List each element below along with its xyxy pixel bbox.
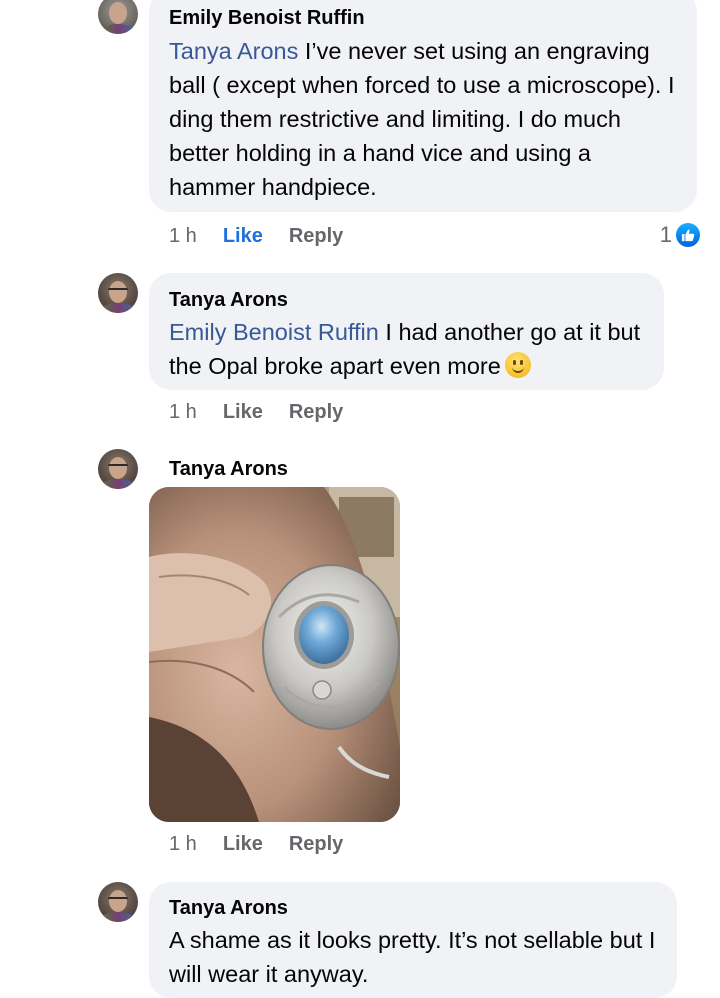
- avatar-shoulders: [100, 479, 136, 489]
- comment-timestamp[interactable]: 1 h: [169, 224, 197, 248]
- avatar[interactable]: [98, 449, 138, 489]
- mention-link[interactable]: Emily Benoist Ruffin: [169, 319, 379, 345]
- slightly-smiling-face-icon: [504, 352, 531, 378]
- reaction-summary[interactable]: 1: [660, 222, 700, 248]
- avatar[interactable]: [98, 273, 138, 313]
- avatar-shoulders: [100, 912, 136, 922]
- reply-button[interactable]: Reply: [289, 832, 343, 856]
- reply-button[interactable]: Reply: [289, 224, 343, 248]
- comment-author[interactable]: Tanya Arons: [169, 896, 657, 920]
- comment-author[interactable]: Tanya Arons: [169, 288, 644, 312]
- like-button[interactable]: Like: [223, 400, 263, 424]
- avatar-shoulders: [100, 303, 136, 313]
- comment-timestamp[interactable]: 1 h: [169, 400, 197, 424]
- comment-timestamp[interactable]: 1 h: [169, 832, 197, 856]
- comment-bubble: Tanya Arons Emily Benoist Ruffin I had a…: [149, 273, 664, 390]
- avatar-glasses: [108, 464, 128, 471]
- like-button[interactable]: Like: [223, 224, 263, 248]
- comment-author[interactable]: Tanya Arons: [169, 457, 288, 481]
- like-button[interactable]: Like: [223, 832, 263, 856]
- mention-link[interactable]: Tanya Arons: [169, 38, 298, 64]
- avatar[interactable]: [98, 0, 138, 34]
- thumbs-up-icon: [676, 223, 700, 247]
- reply-button[interactable]: Reply: [289, 400, 343, 424]
- comment-text: Tanya Arons I’ve never set using an engr…: [169, 38, 675, 200]
- comment-text: Emily Benoist Ruffin I had another go at…: [169, 319, 641, 379]
- comment-actions: 1 h Like Reply: [169, 832, 369, 856]
- comment-actions: 1 h Like Reply: [169, 400, 369, 424]
- avatar-shoulders: [100, 24, 136, 34]
- comment-photo[interactable]: [149, 487, 400, 822]
- comment-actions: 1 h Like Reply: [169, 224, 369, 248]
- reaction-count: 1: [659, 222, 672, 247]
- avatar[interactable]: [98, 882, 138, 922]
- avatar-face: [109, 2, 127, 24]
- comment-bubble: Tanya Arons A shame as it looks pretty. …: [149, 882, 677, 998]
- avatar-glasses: [108, 288, 128, 295]
- comment-bubble: Emily Benoist Ruffin Tanya Arons I’ve ne…: [149, 0, 697, 212]
- ring-photo-illustration: [149, 487, 400, 822]
- avatar-glasses: [108, 897, 128, 904]
- comment-text: A shame as it looks pretty. It’s not sel…: [169, 927, 656, 987]
- comment-author[interactable]: Emily Benoist Ruffin: [169, 6, 677, 30]
